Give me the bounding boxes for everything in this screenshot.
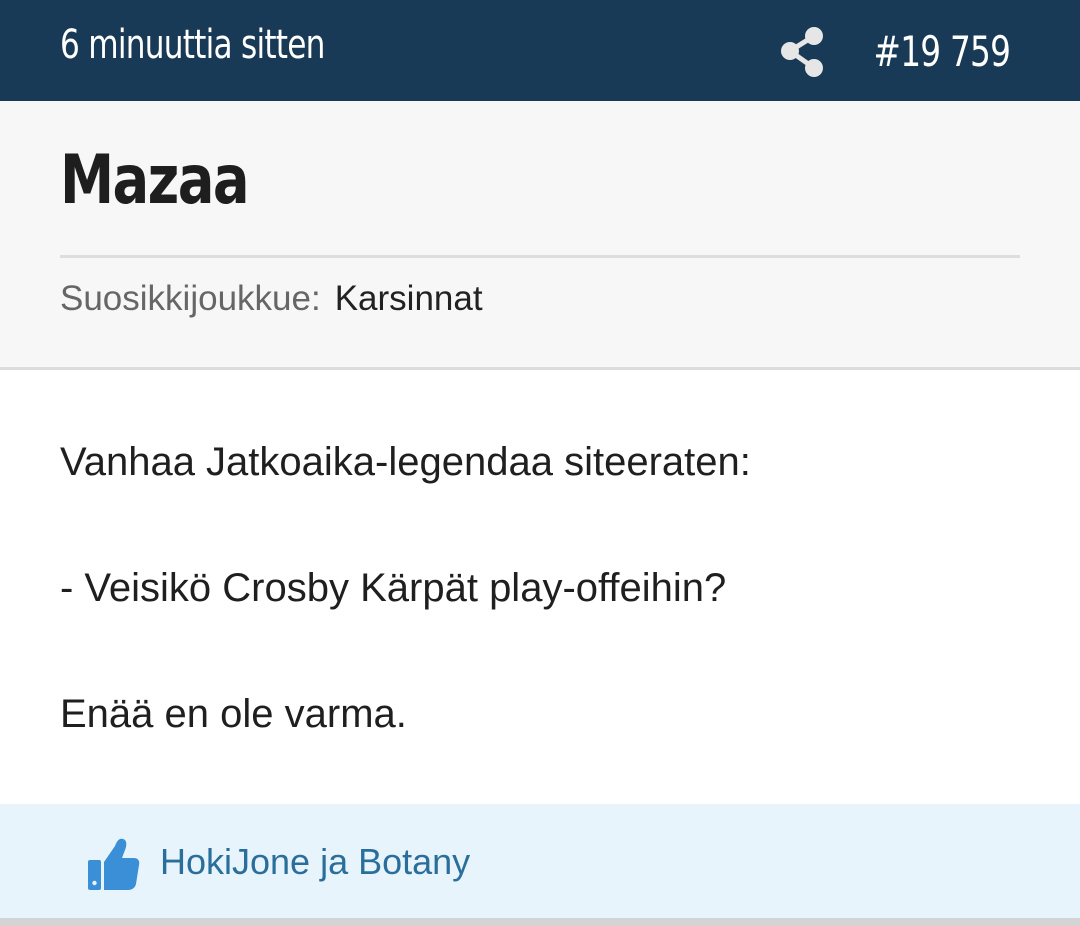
post-time[interactable]: 6 minuuttia sitten — [60, 22, 325, 68]
share-icon[interactable] — [778, 26, 826, 78]
post-number[interactable]: #19 759 — [873, 27, 1010, 76]
thumbs-up-icon[interactable] — [88, 836, 140, 892]
likes-bar[interactable]: HokiJone ja Botany — [0, 804, 1080, 918]
post-top-bar: 6 minuuttia sitten #19 759 — [0, 0, 1080, 101]
post-header: Mazaa Suosikkijoukkue: Karsinnat — [0, 101, 1080, 370]
header-divider — [60, 255, 1020, 258]
likes-names[interactable]: HokiJone ja Botany — [160, 841, 470, 883]
post-text-line: - Veisikö Crosby Kärpät play-offeihin? — [60, 566, 727, 610]
post-body: Vanhaa Jatkoaika-legendaa siteeraten: - … — [0, 370, 1080, 804]
favorite-team: Suosikkijoukkue: Karsinnat — [60, 279, 483, 319]
post-bottom-border — [0, 918, 1080, 926]
post-text-line: Vanhaa Jatkoaika-legendaa siteeraten: — [60, 440, 751, 484]
favorite-team-value: Karsinnat — [334, 279, 483, 318]
post-text-line: Enää en ole varma. — [60, 692, 407, 736]
favorite-team-label: Suosikkijoukkue: — [60, 279, 321, 318]
post-username[interactable]: Mazaa — [60, 141, 250, 220]
